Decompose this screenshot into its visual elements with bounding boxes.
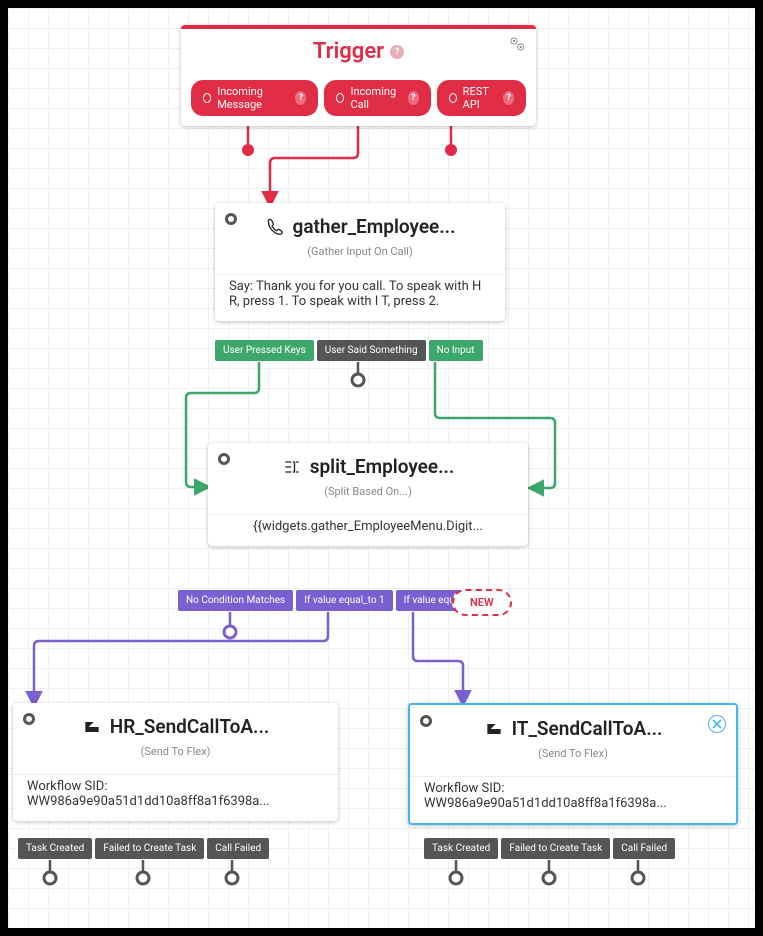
- it-body: Workflow SID: WW986a9e90a51d1dd10a8ff8a1…: [410, 776, 736, 823]
- widget-input-port[interactable]: [420, 715, 432, 727]
- output-user-said-something[interactable]: User Said Something: [317, 340, 426, 361]
- trigger-title: Trigger ?: [313, 39, 404, 64]
- widget-subtitle: (Split Based On...): [222, 481, 514, 508]
- output-call-failed[interactable]: Call Failed: [613, 838, 675, 859]
- trigger-pill-rest-api[interactable]: REST API ?: [437, 80, 526, 116]
- trigger-pill-incoming-call[interactable]: Incoming Call ?: [324, 80, 430, 116]
- widget-subtitle: (Gather Input On Call): [229, 241, 491, 268]
- widget-subtitle: (Send To Flex): [424, 743, 722, 770]
- output-no-input[interactable]: No Input: [429, 340, 483, 361]
- widget-input-port[interactable]: [23, 713, 35, 725]
- widget-subtitle: (Send To Flex): [27, 741, 324, 768]
- trigger-widget[interactable]: Trigger ? Incoming Message ? Incoming Ca…: [181, 25, 536, 126]
- workflow-sid-value: WW986a9e90a51d1dd10a8ff8a1f6398a...: [27, 794, 324, 809]
- widget-title-text: IT_SendCallToA...: [512, 717, 663, 740]
- it-outputs: Task Created Failed to Create Task Call …: [424, 838, 675, 859]
- flex-icon: [484, 719, 504, 739]
- split-icon: [282, 457, 302, 477]
- workflow-sid-label: Workflow SID:: [27, 779, 324, 794]
- pill-ring-icon: [203, 93, 211, 103]
- flex-icon: [82, 717, 102, 737]
- split-outputs: No Condition Matches If value equal_to 1…: [178, 590, 492, 611]
- phone-icon: [265, 217, 285, 237]
- output-call-failed[interactable]: Call Failed: [207, 838, 269, 859]
- settings-gears-icon[interactable]: [508, 35, 526, 57]
- gather-outputs: User Pressed Keys User Said Something No…: [215, 340, 483, 361]
- trigger-pill-incoming-message[interactable]: Incoming Message ?: [191, 80, 318, 116]
- output-no-condition-matches[interactable]: No Condition Matches: [178, 590, 293, 611]
- workflow-sid-value: WW986a9e90a51d1dd10a8ff8a1f6398a...: [424, 796, 722, 811]
- widget-title-text: split_Employee...: [310, 455, 455, 478]
- pill-ring-icon: [336, 93, 344, 103]
- close-button[interactable]: [708, 715, 726, 733]
- new-condition-button[interactable]: NEW: [452, 589, 512, 616]
- widget-input-port[interactable]: [225, 213, 237, 225]
- output-user-pressed-keys[interactable]: User Pressed Keys: [215, 340, 314, 361]
- workflow-sid-label: Workflow SID:: [424, 781, 722, 796]
- gather-widget[interactable]: gather_Employee... (Gather Input On Call…: [215, 203, 505, 321]
- pill-label: Incoming Call: [350, 85, 401, 111]
- flow-canvas[interactable]: Trigger ? Incoming Message ? Incoming Ca…: [8, 8, 755, 928]
- split-body-text: {{widgets.gather_EmployeeMenu.Digit...: [208, 514, 528, 546]
- hr-outputs: Task Created Failed to Create Task Call …: [18, 838, 269, 859]
- help-icon[interactable]: ?: [295, 91, 306, 105]
- help-icon[interactable]: ?: [408, 91, 419, 105]
- output-failed-create-task[interactable]: Failed to Create Task: [501, 838, 610, 859]
- pill-label: Incoming Message: [217, 85, 289, 111]
- output-task-created[interactable]: Task Created: [424, 838, 498, 859]
- it-send-widget[interactable]: IT_SendCallToA... (Send To Flex) Workflo…: [408, 703, 738, 825]
- pill-ring-icon: [449, 93, 457, 103]
- pill-label: REST API: [463, 85, 498, 111]
- widget-input-port[interactable]: [218, 453, 230, 465]
- widget-title-text: gather_Employee...: [293, 215, 456, 238]
- output-failed-create-task[interactable]: Failed to Create Task: [95, 838, 204, 859]
- trigger-title-text: Trigger: [313, 39, 384, 64]
- close-icon: [712, 719, 722, 729]
- hr-send-widget[interactable]: HR_SendCallToA... (Send To Flex) Workflo…: [13, 703, 338, 821]
- output-task-created[interactable]: Task Created: [18, 838, 92, 859]
- gather-body-text: Say: Thank you for you call. To speak wi…: [215, 274, 505, 321]
- split-widget[interactable]: split_Employee... (Split Based On...) {{…: [208, 443, 528, 546]
- help-icon[interactable]: ?: [390, 45, 404, 59]
- hr-body: Workflow SID: WW986a9e90a51d1dd10a8ff8a1…: [13, 774, 338, 821]
- help-icon[interactable]: ?: [503, 91, 514, 105]
- widget-title-text: HR_SendCallToA...: [110, 715, 270, 738]
- output-if-value-1[interactable]: If value equal_to 1: [296, 590, 392, 611]
